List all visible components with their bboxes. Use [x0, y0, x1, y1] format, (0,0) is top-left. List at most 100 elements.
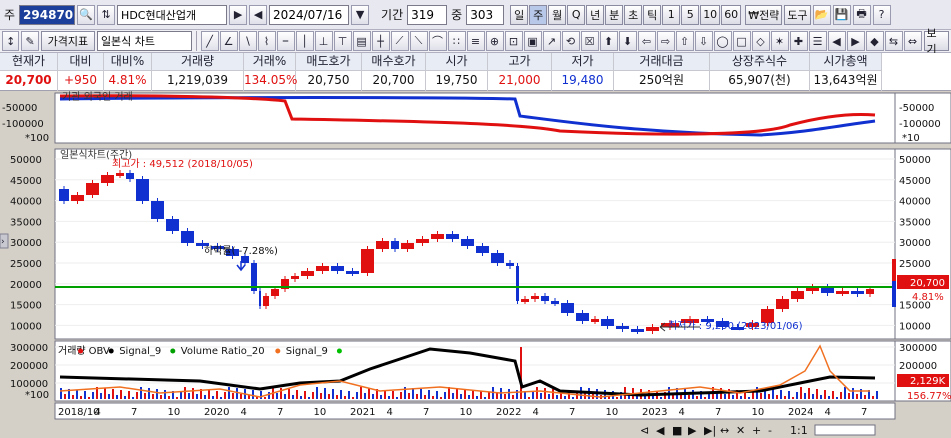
stock-name-field[interactable]: HDC현대산업개 [117, 4, 228, 25]
status-control-0-icon[interactable]: ⊲ [640, 424, 649, 437]
draw-tool-19-icon[interactable]: ⟲ [561, 31, 580, 51]
draw-tool-33-icon[interactable]: ◀ [827, 31, 846, 51]
period-label: 기간 [381, 8, 404, 22]
timeframe-9-button[interactable]: 5 [681, 4, 700, 25]
status-control-2-icon[interactable]: ■ [672, 424, 682, 437]
edit-icon[interactable]: ✎ [21, 31, 39, 51]
candle-body [531, 296, 539, 299]
draw-tool-9-icon[interactable]: ┼ [371, 31, 390, 51]
timeframe-4-button[interactable]: 년 [586, 4, 605, 25]
status-control-3-icon[interactable]: ▶ [688, 424, 697, 437]
left-chevron-icon[interactable]: › [1, 237, 5, 247]
volume-bar [192, 388, 194, 399]
strategy-button[interactable]: ₩전략 [745, 4, 783, 25]
status-control-7-icon[interactable]: + [752, 424, 761, 437]
period-input[interactable]: 319 [407, 4, 448, 25]
up-down-icon[interactable]: ↕ [2, 31, 20, 51]
timeframe-7-button[interactable]: 틱 [643, 4, 662, 25]
timeframe-5-button[interactable]: 분 [605, 4, 624, 25]
status-control-4-icon[interactable]: ▶| [704, 424, 716, 437]
volume-bar [784, 396, 786, 399]
tools-button[interactable]: 도구 [784, 4, 811, 25]
draw-tool-2-icon[interactable]: ∖ [238, 31, 257, 51]
draw-tool-18-icon[interactable]: ↗ [542, 31, 561, 51]
draw-tool-36-icon[interactable]: ⇆ [884, 31, 903, 51]
draw-tool-15-icon[interactable]: ⊕ [485, 31, 504, 51]
volume-bar [812, 394, 814, 399]
volume-bar [828, 396, 830, 399]
price-y-tick: 20000 [10, 280, 42, 291]
change-pct-value: 4.81% [912, 292, 944, 303]
draw-tool-11-icon[interactable]: ⟍ [409, 31, 428, 51]
search-icon[interactable]: 🔍 [77, 4, 96, 25]
timeframe-10-button[interactable]: 10 [700, 4, 721, 25]
draw-tool-27-icon[interactable]: ◯ [713, 31, 732, 51]
draw-tool-25-icon[interactable]: ⇧ [675, 31, 694, 51]
sort-icon[interactable]: ⇅ [97, 4, 116, 25]
draw-tool-22-icon[interactable]: ⬇ [618, 31, 637, 51]
timeframe-0-button[interactable]: 일 [510, 4, 529, 25]
draw-tool-34-icon[interactable]: ▶ [846, 31, 865, 51]
draw-tool-3-icon[interactable]: ⌇ [257, 31, 276, 51]
volume-bar [616, 397, 618, 399]
timeframe-1-button[interactable]: 주 [529, 4, 548, 25]
view-button[interactable]: 보기 [923, 27, 950, 56]
date-field[interactable]: 2024/07/16 [269, 4, 350, 25]
timeframe-3-button[interactable]: Q [567, 4, 586, 25]
x-tick: 2023 [642, 407, 667, 418]
draw-tool-21-icon[interactable]: ⬆ [599, 31, 618, 51]
draw-tool-26-icon[interactable]: ⇩ [694, 31, 713, 51]
draw-tool-35-icon[interactable]: ◆ [865, 31, 884, 51]
draw-tool-20-icon[interactable]: ☒ [580, 31, 599, 51]
volume-bar [820, 395, 822, 399]
draw-tool-29-icon[interactable]: ◇ [751, 31, 770, 51]
zoom-slider[interactable] [814, 424, 876, 436]
draw-tool-14-icon[interactable]: ≡ [466, 31, 485, 51]
timeframe-2-button[interactable]: 월 [548, 4, 567, 25]
draw-tool-17-icon[interactable]: ▣ [523, 31, 542, 51]
draw-tool-13-icon[interactable]: ∷ [447, 31, 466, 51]
volume-bar [220, 397, 222, 399]
overlap-input[interactable]: 303 [466, 4, 505, 25]
volume-bar [792, 397, 794, 399]
draw-tool-30-icon[interactable]: ✶ [770, 31, 789, 51]
play-icon[interactable]: ▶ [229, 4, 248, 25]
calendar-dropdown-icon[interactable]: ▼ [351, 4, 370, 25]
stock-code-input[interactable]: 294870 [19, 4, 76, 25]
draw-tool-31-icon[interactable]: ✚ [789, 31, 808, 51]
timeframe-8-button[interactable]: 1 [662, 4, 681, 25]
draw-tool-6-icon[interactable]: ⊥ [314, 31, 333, 51]
draw-tool-12-icon[interactable]: ⌒ [428, 31, 447, 51]
draw-tool-28-icon[interactable]: □ [732, 31, 751, 51]
draw-tool-16-icon[interactable]: ⊡ [504, 31, 523, 51]
chart-type-select[interactable]: 일본식 차트 [96, 31, 192, 51]
open-icon[interactable]: 📂 [812, 4, 831, 25]
print-icon[interactable]: 🖶 [852, 4, 871, 25]
draw-tool-23-icon[interactable]: ⇦ [637, 31, 656, 51]
draw-tool-32-icon[interactable]: ☰ [808, 31, 827, 51]
volume-bar [496, 393, 498, 399]
draw-tool-0-icon[interactable]: ╱ [200, 31, 219, 51]
timeframe-11-button[interactable]: 60 [721, 4, 742, 25]
chart-area[interactable]: 기관 외국인 거래 -50000 -100000 -50000 -100000 … [0, 91, 951, 438]
status-control-5-icon[interactable]: ↔ [720, 424, 729, 437]
quote-value: 134.05% [244, 72, 298, 87]
draw-tool-4-icon[interactable]: ⎯ [276, 31, 295, 51]
timeframe-6-button[interactable]: 초 [624, 4, 643, 25]
draw-tool-8-icon[interactable]: ▤ [352, 31, 371, 51]
draw-tool-10-icon[interactable]: ⟋ [390, 31, 409, 51]
save-icon[interactable]: 💾 [832, 4, 851, 25]
draw-tool-1-icon[interactable]: ∠ [219, 31, 238, 51]
draw-tool-24-icon[interactable]: ⇨ [656, 31, 675, 51]
status-control-1-icon[interactable]: ◀ [656, 424, 665, 437]
indicator-button[interactable]: 가격지표 [40, 31, 95, 51]
candle-body [601, 319, 614, 326]
draw-tool-37-icon[interactable]: ⇔ [903, 31, 922, 51]
status-control-6-icon[interactable]: ✕ [736, 424, 745, 437]
candle-body [561, 303, 574, 313]
draw-tool-5-icon[interactable]: │ [295, 31, 314, 51]
draw-tool-7-icon[interactable]: ⊤ [333, 31, 352, 51]
prev-icon[interactable]: ◀ [249, 4, 268, 25]
help-icon[interactable]: ? [872, 4, 891, 25]
status-control-8-icon[interactable]: - [768, 424, 772, 437]
